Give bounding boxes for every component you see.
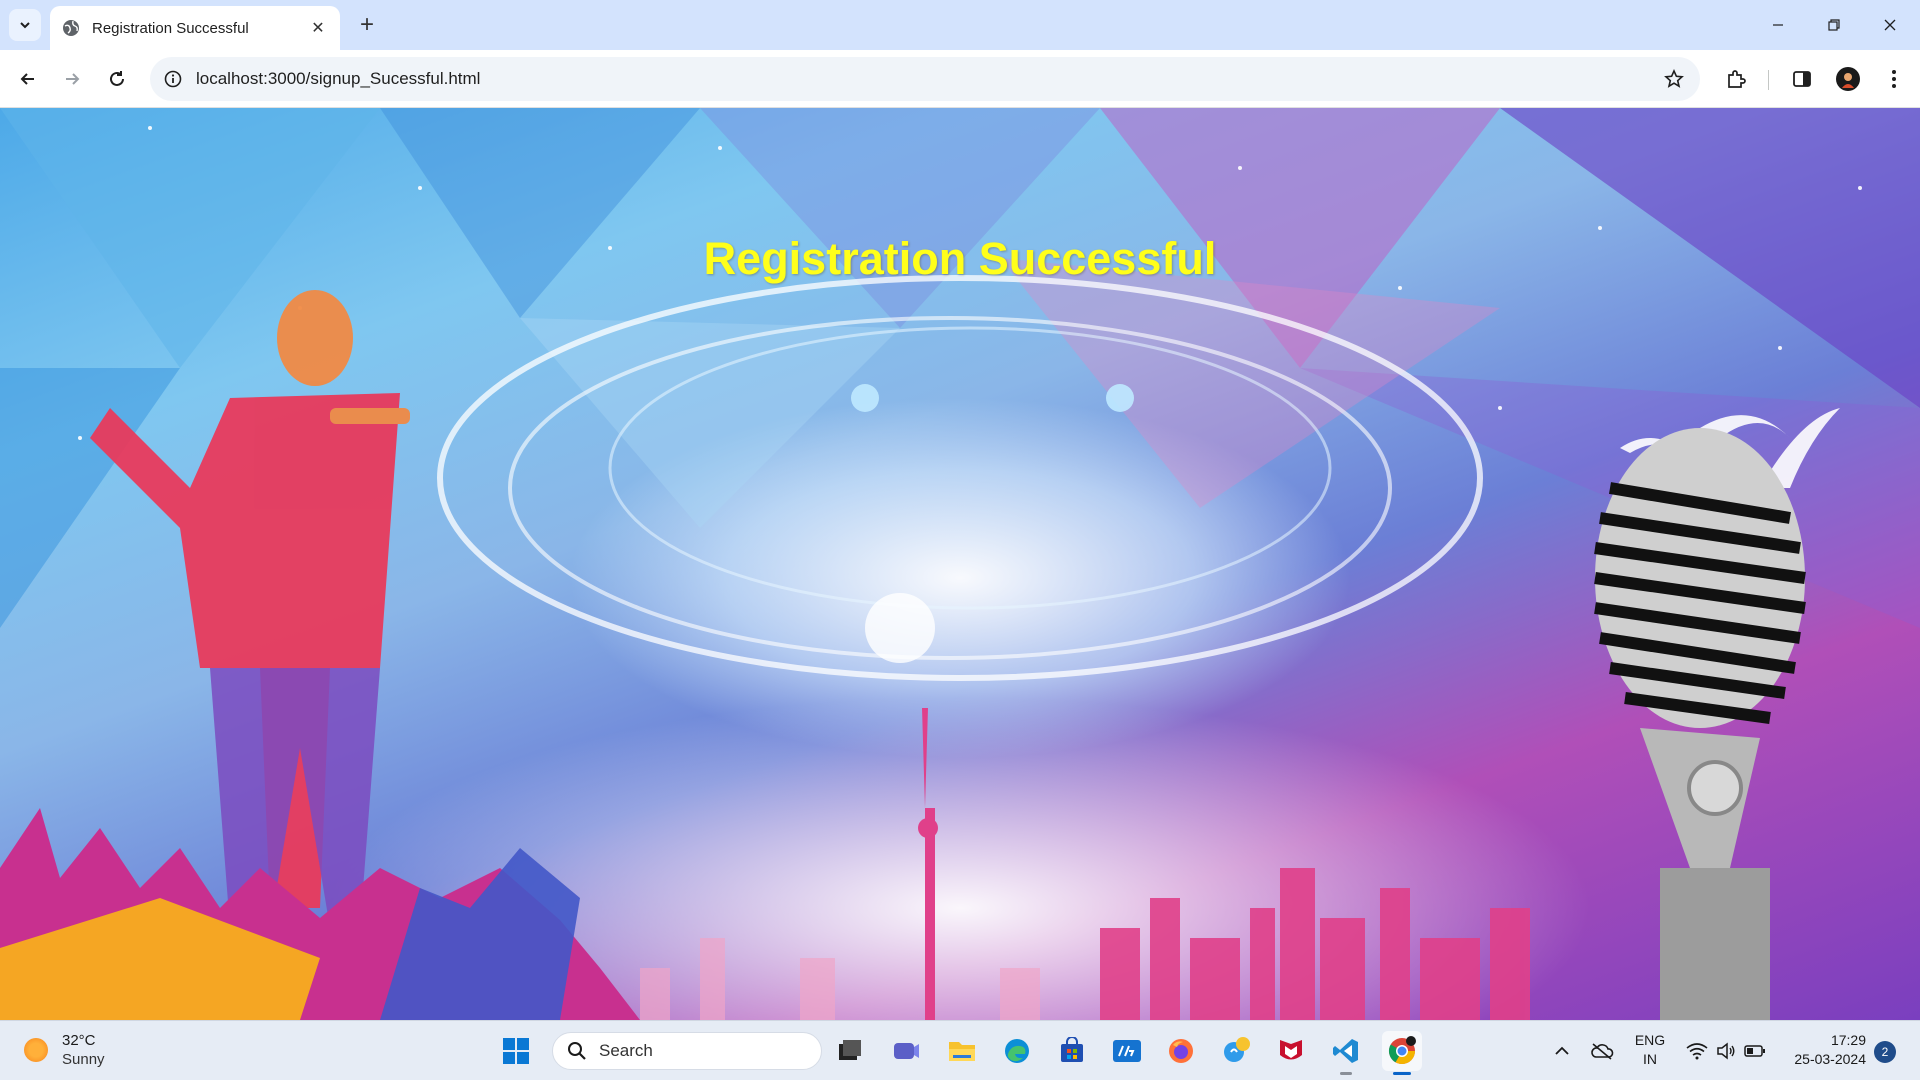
quick-settings-button[interactable] xyxy=(1684,1021,1768,1080)
teams-button[interactable] xyxy=(886,1031,926,1071)
browser-toolbar: localhost:3000/signup_Sucessful.html xyxy=(0,50,1920,108)
myhp-button[interactable] xyxy=(1107,1031,1147,1071)
side-panel-button[interactable] xyxy=(1786,63,1818,95)
input-language[interactable]: ENG IN xyxy=(1628,1031,1672,1069)
store-button[interactable] xyxy=(1052,1031,1092,1071)
mcafee-button[interactable] xyxy=(1271,1031,1311,1071)
active-indicator xyxy=(1393,1072,1411,1075)
weather-widget[interactable]: 32°C Sunny xyxy=(24,1031,105,1069)
reload-button[interactable] xyxy=(101,63,133,95)
restore-button[interactable] xyxy=(1806,0,1862,50)
system-clock[interactable]: 17:29 25-03-2024 xyxy=(1776,1031,1866,1069)
windows-start-button[interactable] xyxy=(496,1031,536,1071)
page-title: Registration Successful xyxy=(703,233,1217,284)
puzzle-icon xyxy=(1728,70,1746,88)
wifi-icon xyxy=(1686,1043,1708,1060)
show-hidden-icons-button[interactable] xyxy=(1550,1021,1574,1080)
sun-icon xyxy=(24,1038,48,1062)
teams-icon xyxy=(894,1043,919,1059)
vscode-button[interactable] xyxy=(1326,1031,1366,1075)
close-window-button[interactable] xyxy=(1862,0,1918,50)
file-explorer-icon xyxy=(949,1042,975,1061)
active-tab[interactable]: Registration Successful ✕ xyxy=(50,6,340,50)
edge-icon xyxy=(1005,1039,1029,1063)
cloud-off-icon xyxy=(1591,1043,1614,1060)
more-vertical-icon xyxy=(1892,70,1896,88)
tab-title: Registration Successful xyxy=(92,19,249,37)
myhp-icon xyxy=(1113,1040,1141,1062)
vscode-icon xyxy=(1333,1039,1358,1063)
close-icon xyxy=(1884,19,1896,31)
taskbar: 32°C Sunny Search ENG IN 17:29 25-03-202… xyxy=(0,1020,1920,1080)
info-icon[interactable] xyxy=(164,70,182,88)
arrow-right-icon xyxy=(66,73,80,85)
back-button[interactable] xyxy=(12,63,44,95)
reload-icon xyxy=(110,71,124,86)
chrome-button[interactable] xyxy=(1382,1031,1422,1075)
forward-button[interactable] xyxy=(56,63,88,95)
side-panel-icon xyxy=(1793,71,1811,87)
language-region: IN xyxy=(1643,1051,1657,1067)
file-explorer-button[interactable] xyxy=(942,1031,982,1071)
profile-avatar[interactable] xyxy=(1832,63,1864,95)
new-tab-button[interactable]: + xyxy=(353,11,381,39)
minimize-icon xyxy=(1773,24,1783,26)
avatar-icon xyxy=(1836,67,1860,91)
windows-start-icon xyxy=(503,1038,529,1064)
page-content: Registration Successful xyxy=(0,108,1920,1020)
firefox-button[interactable] xyxy=(1161,1031,1201,1071)
search-label: Search xyxy=(599,1041,653,1060)
chrome-icon xyxy=(1388,1036,1416,1065)
tab-strip: Registration Successful ✕ + xyxy=(0,0,1920,50)
notification-badge[interactable]: 2 xyxy=(1874,1041,1896,1063)
search-icon xyxy=(568,1042,586,1060)
bookmark-star-icon[interactable] xyxy=(1664,69,1684,89)
arrow-left-icon xyxy=(20,73,34,85)
taskbar-search[interactable]: Search xyxy=(552,1032,822,1070)
chevron-down-icon xyxy=(20,22,30,29)
toolbar-divider xyxy=(1768,70,1769,90)
chat-button[interactable] xyxy=(1216,1031,1256,1071)
chat-icon xyxy=(1224,1037,1250,1062)
onedrive-status[interactable] xyxy=(1588,1021,1616,1080)
mcafee-icon xyxy=(1280,1040,1302,1060)
firefox-icon xyxy=(1169,1039,1193,1063)
store-icon xyxy=(1061,1037,1083,1062)
clock-date: 25-03-2024 xyxy=(1794,1051,1866,1067)
task-view-button[interactable] xyxy=(830,1031,870,1071)
browser-menu-button[interactable] xyxy=(1878,63,1910,95)
weather-condition: Sunny xyxy=(62,1051,105,1068)
tab-search-button[interactable] xyxy=(9,9,41,41)
task-view-icon xyxy=(839,1040,861,1060)
chevron-up-icon xyxy=(1555,1046,1569,1055)
running-indicator xyxy=(1340,1072,1352,1075)
clock-time: 17:29 xyxy=(1830,1032,1866,1048)
globe-icon xyxy=(63,20,79,36)
edge-button[interactable] xyxy=(997,1031,1037,1071)
volume-icon xyxy=(1717,1042,1735,1060)
minimize-button[interactable] xyxy=(1750,0,1806,50)
extensions-button[interactable] xyxy=(1720,63,1752,95)
restore-icon xyxy=(1828,19,1840,31)
battery-icon xyxy=(1744,1045,1765,1057)
url-text: localhost:3000/signup_Sucessful.html xyxy=(196,69,481,88)
address-bar[interactable]: localhost:3000/signup_Sucessful.html xyxy=(150,57,1700,101)
language-code: ENG xyxy=(1634,1032,1666,1048)
weather-temperature: 32°C xyxy=(62,1032,96,1049)
tab-close-icon[interactable]: ✕ xyxy=(308,18,328,38)
